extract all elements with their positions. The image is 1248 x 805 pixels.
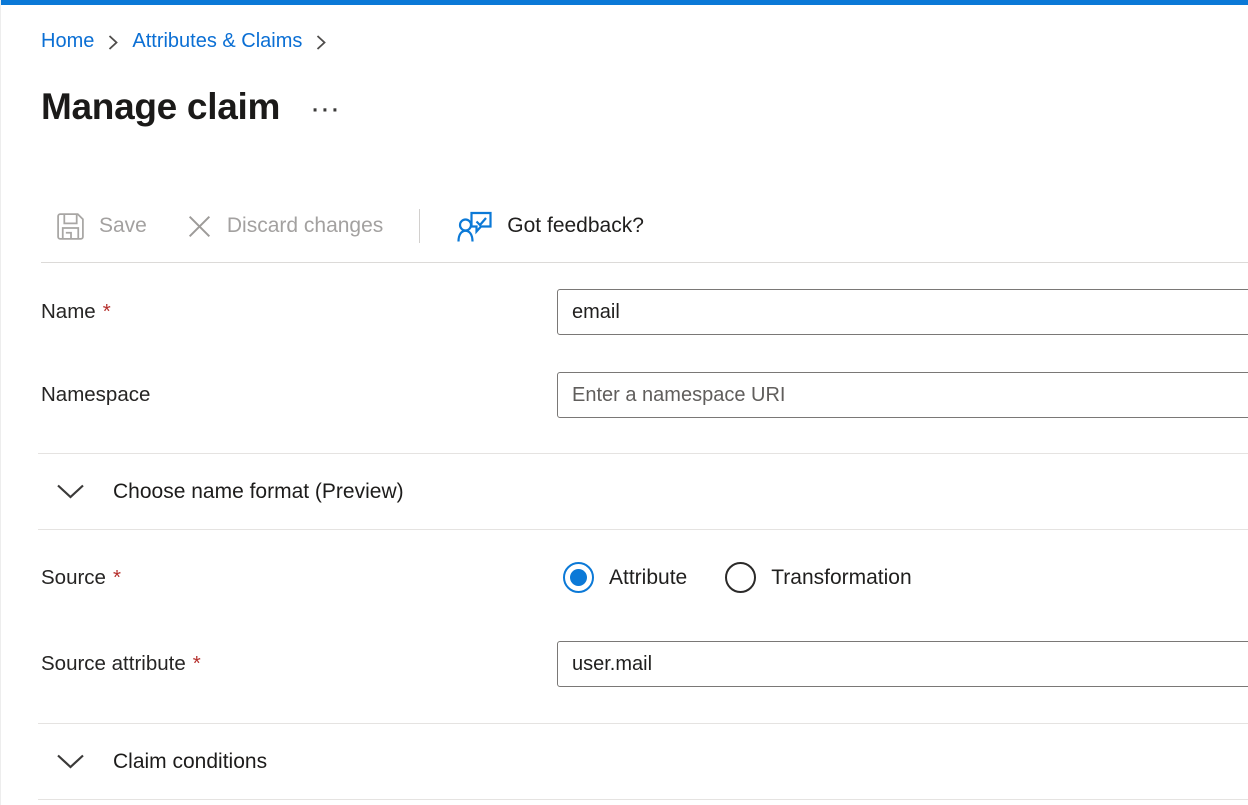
close-x-icon bbox=[185, 212, 214, 241]
namespace-label-text: Namespace bbox=[41, 383, 150, 406]
manage-claim-page: Home Attributes & Claims Manage claim ··… bbox=[1, 27, 1248, 800]
radio-option-transformation[interactable]: Transformation bbox=[725, 562, 911, 593]
got-feedback-button[interactable]: Got feedback? bbox=[457, 210, 644, 243]
source-radio-group: Attribute Transformation bbox=[557, 562, 912, 593]
required-asterisk: * bbox=[113, 566, 121, 589]
got-feedback-label: Got feedback? bbox=[507, 214, 644, 238]
feedback-person-bubble-icon bbox=[457, 210, 494, 243]
source-label-text: Source bbox=[41, 566, 106, 589]
namespace-field-label: Namespace bbox=[41, 383, 557, 407]
name-field-row: Name * bbox=[41, 289, 1248, 335]
source-attribute-field-row: Source attribute * bbox=[41, 641, 1248, 687]
radio-label: Transformation bbox=[771, 566, 911, 590]
namespace-field-row: Namespace bbox=[41, 372, 1248, 418]
section-title: Choose name format (Preview) bbox=[113, 477, 404, 506]
breadcrumb-separator-icon bbox=[315, 31, 327, 52]
chevron-down-icon bbox=[55, 482, 86, 501]
source-field-label: Source * bbox=[41, 566, 557, 590]
required-asterisk: * bbox=[103, 300, 111, 323]
radio-option-attribute[interactable]: Attribute bbox=[563, 562, 687, 593]
section-rule bbox=[38, 529, 1248, 530]
breadcrumb: Home Attributes & Claims bbox=[41, 27, 1248, 55]
required-asterisk: * bbox=[193, 652, 201, 675]
breadcrumb-link-home[interactable]: Home bbox=[41, 27, 94, 55]
name-label-text: Name bbox=[41, 300, 96, 323]
save-button[interactable]: Save bbox=[55, 211, 147, 242]
toolbar-divider bbox=[419, 209, 420, 243]
more-options-ellipsis[interactable]: ··· bbox=[312, 99, 342, 123]
radio-unselected-icon bbox=[725, 562, 756, 593]
source-field-row: Source * Attribute Transformation bbox=[41, 562, 1248, 593]
chevron-down-icon bbox=[55, 752, 86, 771]
top-accent-bar bbox=[1, 0, 1248, 5]
save-floppy-icon bbox=[55, 211, 86, 242]
section-header-name-format[interactable]: Choose name format (Preview) bbox=[41, 454, 1248, 529]
radio-label: Attribute bbox=[609, 566, 687, 590]
toolbar-rule bbox=[41, 262, 1248, 263]
name-input[interactable] bbox=[557, 289, 1248, 335]
namespace-input[interactable] bbox=[557, 372, 1248, 418]
command-bar: Save Discard changes Got feedb bbox=[41, 203, 1248, 249]
section-title: Claim conditions bbox=[113, 747, 267, 776]
source-attribute-input[interactable] bbox=[557, 641, 1248, 687]
section-rule bbox=[38, 799, 1248, 800]
save-label: Save bbox=[99, 214, 147, 238]
section-header-claim-conditions[interactable]: Claim conditions bbox=[41, 724, 1248, 799]
breadcrumb-separator-icon bbox=[107, 31, 119, 52]
discard-changes-button[interactable]: Discard changes bbox=[185, 212, 383, 241]
page-title: Manage claim bbox=[41, 86, 280, 128]
name-field-label: Name * bbox=[41, 300, 557, 324]
source-attribute-field-label: Source attribute * bbox=[41, 652, 557, 676]
title-row: Manage claim ··· bbox=[41, 83, 1248, 131]
breadcrumb-link-attributes-claims[interactable]: Attributes & Claims bbox=[132, 27, 302, 55]
discard-changes-label: Discard changes bbox=[227, 214, 383, 238]
source-attribute-label-text: Source attribute bbox=[41, 652, 186, 675]
radio-selected-icon bbox=[563, 562, 594, 593]
